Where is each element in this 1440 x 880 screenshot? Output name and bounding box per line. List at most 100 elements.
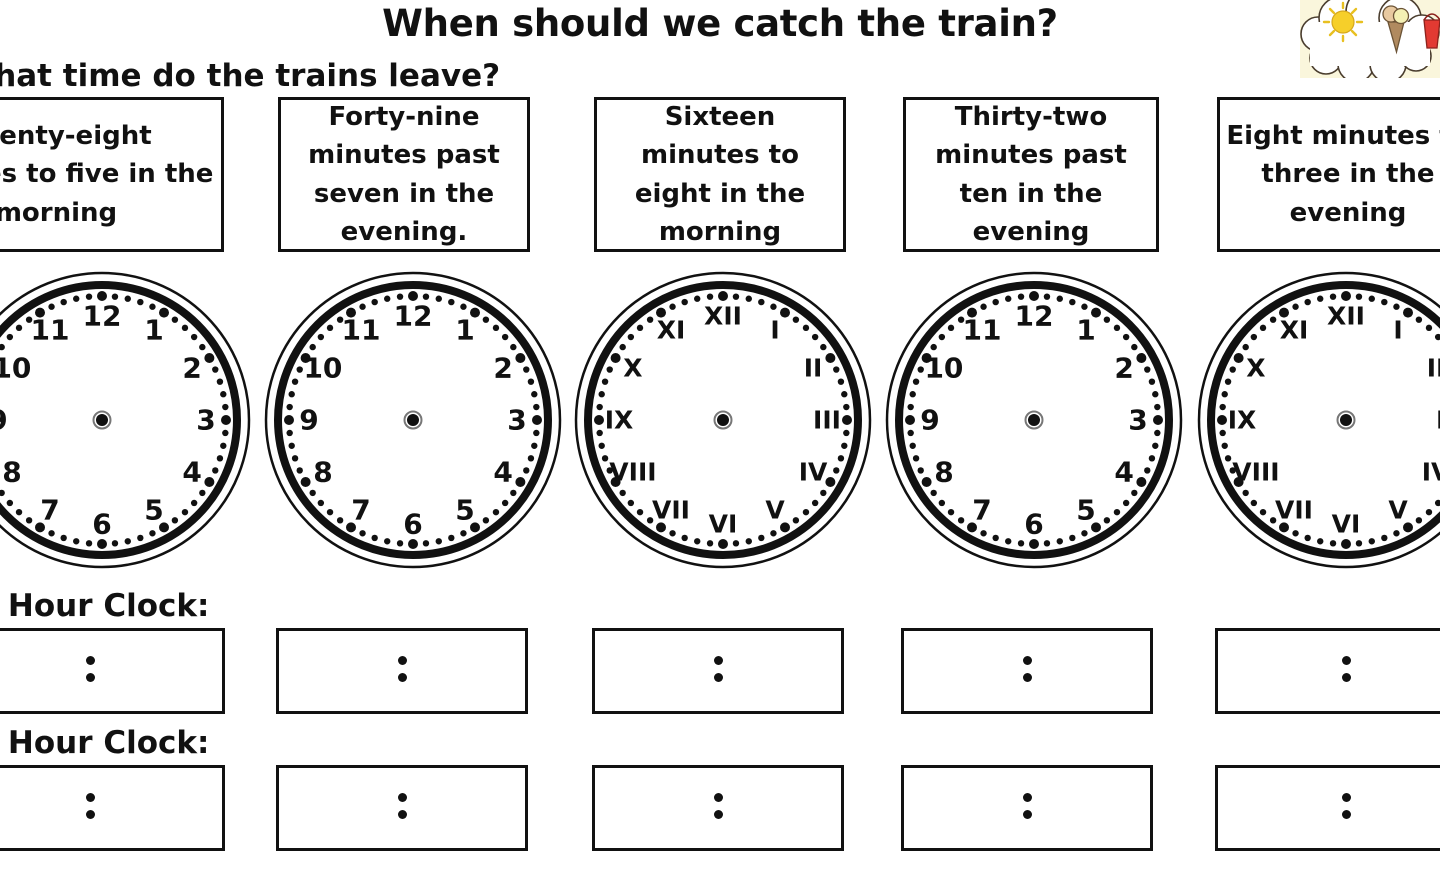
svg-text:3: 3 (196, 404, 215, 437)
svg-text:9: 9 (0, 404, 8, 437)
answer-box-12h[interactable] (901, 628, 1153, 714)
svg-text:8: 8 (934, 456, 953, 489)
svg-text:12: 12 (394, 300, 433, 333)
time-colon-icon (85, 793, 95, 823)
answer-box-24h[interactable] (0, 765, 225, 851)
svg-text:V: V (765, 496, 785, 525)
clock-face: 12 12 3 45678 9 1011 (0, 268, 252, 576)
svg-text:6: 6 (1024, 508, 1043, 541)
svg-text:I: I (770, 315, 779, 344)
svg-text:VI: VI (1332, 510, 1361, 539)
prompt-box: Twenty-eight minutes to five in the morn… (0, 97, 224, 252)
prompt-text: Forty-nine minutes past seven in the eve… (308, 101, 500, 247)
svg-text:IX: IX (1228, 406, 1257, 435)
svg-text:4: 4 (1114, 456, 1133, 489)
thought-bubble-holiday-clipart-icon (1300, 0, 1440, 78)
svg-text:II: II (804, 354, 823, 383)
svg-text:IV: IV (1422, 458, 1440, 487)
svg-text:8: 8 (2, 456, 21, 489)
svg-text:III: III (1436, 406, 1440, 435)
answer-box-24h[interactable] (1215, 765, 1440, 851)
time-colon-icon (397, 793, 407, 823)
svg-text:12: 12 (1015, 300, 1054, 333)
svg-text:2: 2 (493, 352, 512, 385)
svg-text:I: I (1393, 315, 1402, 344)
svg-text:1: 1 (144, 313, 163, 346)
time-colon-icon (1022, 793, 1032, 823)
svg-text:XI: XI (657, 315, 686, 344)
answer-box-24h[interactable] (276, 765, 528, 851)
answer-box-24h[interactable] (592, 765, 844, 851)
time-colon-icon (713, 793, 723, 823)
worksheet-page: When should we catch the train? What tim… (0, 0, 1440, 880)
svg-text:7: 7 (972, 494, 991, 527)
svg-text:IV: IV (799, 458, 828, 487)
svg-text:4: 4 (493, 456, 512, 489)
svg-text:XI: XI (1280, 315, 1309, 344)
answer-box-12h[interactable] (276, 628, 528, 714)
svg-text:10: 10 (0, 352, 31, 385)
svg-text:II: II (1427, 354, 1440, 383)
svg-text:XII: XII (704, 302, 742, 331)
svg-text:5: 5 (1076, 494, 1095, 527)
sun-icon (1322, 1, 1364, 43)
prompt-text: Thirty-two minutes past ten in the eveni… (935, 101, 1127, 247)
svg-text:10: 10 (303, 352, 342, 385)
prompt-box: Thirty-two minutes past ten in the eveni… (903, 97, 1159, 252)
svg-text:9: 9 (299, 404, 318, 437)
svg-text:5: 5 (455, 494, 474, 527)
prompt-text: Twenty-eight minutes to five in the morn… (0, 120, 214, 228)
svg-text:X: X (623, 354, 642, 383)
svg-text:10: 10 (924, 352, 963, 385)
prompt-text: Eight minutes to three in the evening (1226, 120, 1440, 228)
svg-text:1: 1 (1076, 313, 1095, 346)
time-colon-icon (1341, 793, 1351, 823)
clock-face: XIIIIIIIIIVVVIVIIVIIIIXXXI (1196, 268, 1440, 576)
answer-box-24h[interactable] (901, 765, 1153, 851)
svg-text:VIII: VIII (609, 458, 656, 487)
answer-box-12h[interactable] (0, 628, 225, 714)
svg-text:V: V (1388, 496, 1408, 525)
svg-text:1: 1 (455, 313, 474, 346)
svg-text:6: 6 (92, 508, 111, 541)
clock-face: XIIIIIIIIIVVVIVIIVIIIIXXXI (573, 268, 873, 576)
svg-text:VI: VI (709, 510, 738, 539)
svg-text:VII: VII (1275, 496, 1313, 525)
time-colon-icon (397, 656, 407, 686)
prompt-box: Eight minutes to three in the evening (1217, 97, 1440, 252)
time-colon-icon (713, 656, 723, 686)
svg-text:2: 2 (182, 352, 201, 385)
page-title: When should we catch the train? (382, 2, 1058, 45)
svg-text:7: 7 (351, 494, 370, 527)
answer-box-12h[interactable] (592, 628, 844, 714)
svg-text:III: III (813, 406, 841, 435)
svg-text:2: 2 (1114, 352, 1133, 385)
svg-text:VIII: VIII (1232, 458, 1279, 487)
svg-text:9: 9 (920, 404, 939, 437)
time-colon-icon (1341, 656, 1351, 686)
svg-text:3: 3 (507, 404, 526, 437)
prompt-box: Sixteen minutes to eight in the morning (594, 97, 846, 252)
time-colon-icon (85, 656, 95, 686)
twelve-hour-clock-label: 12 Hour Clock: (0, 588, 210, 624)
svg-text:8: 8 (313, 456, 332, 489)
svg-text:VII: VII (652, 496, 690, 525)
twenty-four-hour-clock-label: 24 Hour Clock: (0, 725, 210, 761)
svg-text:6: 6 (403, 508, 422, 541)
svg-text:11: 11 (31, 313, 70, 346)
svg-text:5: 5 (144, 494, 163, 527)
answer-box-12h[interactable] (1215, 628, 1440, 714)
worksheet-subtitle: What time do the trains leave? (0, 58, 501, 94)
time-colon-icon (1022, 656, 1032, 686)
svg-text:11: 11 (963, 313, 1002, 346)
svg-text:4: 4 (182, 456, 201, 489)
clock-face: 12 12 3 45678 9 1011 (263, 268, 563, 576)
svg-text:12: 12 (83, 300, 122, 333)
svg-text:XII: XII (1327, 302, 1365, 331)
prompt-text: Sixteen minutes to eight in the morning (634, 101, 806, 247)
svg-text:IX: IX (605, 406, 634, 435)
svg-text:7: 7 (40, 494, 59, 527)
prompt-box: Forty-nine minutes past seven in the eve… (278, 97, 530, 252)
clock-face: 12 12 3 45678 9 1011 (884, 268, 1184, 576)
svg-text:X: X (1246, 354, 1265, 383)
